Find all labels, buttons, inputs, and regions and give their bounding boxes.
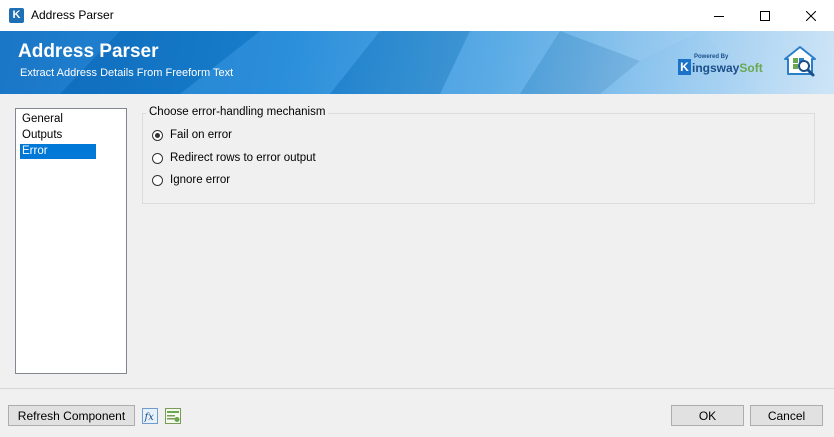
radio-ignore-error[interactable] xyxy=(152,174,163,186)
header-banner: Address Parser Extract Address Details F… xyxy=(0,31,834,94)
footer-divider xyxy=(0,388,834,389)
house-search-icon xyxy=(784,46,816,77)
banner-title: Address Parser xyxy=(18,41,159,62)
maximize-button[interactable] xyxy=(742,0,788,31)
window-title: Address Parser xyxy=(31,8,114,22)
minimize-button[interactable] xyxy=(696,0,742,31)
error-handling-legend: Choose error-handling mechanism xyxy=(146,106,329,118)
logo-powered-by: Powered By xyxy=(694,54,729,60)
radio-fail-on-error[interactable] xyxy=(152,129,163,141)
kingswaysoft-logo: Powered By K ingswaySoft xyxy=(676,48,764,80)
nav-item-error-handling[interactable]: Error Handling xyxy=(20,144,96,172)
title-bar: K Address Parser xyxy=(0,0,834,32)
option-ignore-error[interactable]: Ignore error xyxy=(152,172,230,188)
option-label: Ignore error xyxy=(170,174,231,186)
nav-item-general[interactable]: General xyxy=(20,112,65,127)
section-nav-list[interactable]: General Outputs Error Handling xyxy=(15,108,127,374)
fx-expression-icon[interactable]: fx xyxy=(142,408,158,424)
cancel-button[interactable]: Cancel xyxy=(750,405,823,426)
refresh-component-button[interactable]: Refresh Component xyxy=(8,405,135,426)
ok-button[interactable]: OK xyxy=(671,405,744,426)
svg-text:fx: fx xyxy=(144,412,155,423)
app-logo-icon: K xyxy=(9,8,24,23)
nav-item-outputs[interactable]: Outputs xyxy=(20,128,64,143)
option-fail-on-error[interactable]: Fail on error xyxy=(152,127,232,143)
logo-k-mark: K xyxy=(678,59,691,75)
close-icon xyxy=(806,10,816,21)
logo-wordmark: ingswaySoft xyxy=(692,61,763,75)
close-button[interactable] xyxy=(788,0,834,31)
option-label: Redirect rows to error output xyxy=(170,152,316,164)
banner-subtitle: Extract Address Details From Freeform Te… xyxy=(20,67,234,79)
option-redirect-rows[interactable]: Redirect rows to error output xyxy=(152,150,316,166)
option-label: Fail on error xyxy=(170,129,232,141)
minimize-icon xyxy=(714,15,724,17)
maximize-icon xyxy=(760,10,770,21)
column-mapping-icon[interactable] xyxy=(165,408,181,424)
radio-redirect-rows[interactable] xyxy=(152,152,163,164)
